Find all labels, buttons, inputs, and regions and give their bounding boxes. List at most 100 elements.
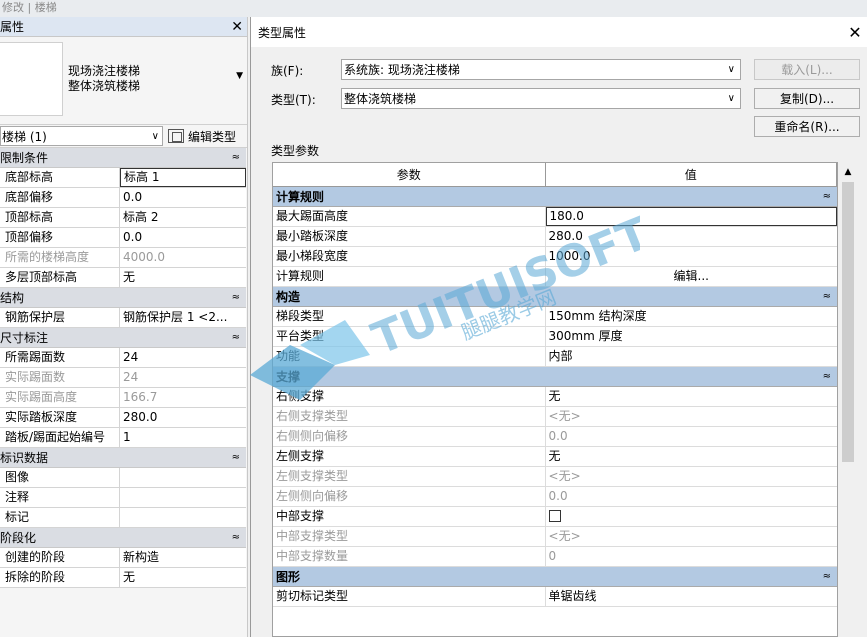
property-row[interactable]: 底部偏移 0.0 xyxy=(0,188,246,208)
parameter-value[interactable]: 无 xyxy=(546,387,837,406)
property-value[interactable]: 标高 2 xyxy=(120,208,246,227)
property-value[interactable]: 无 xyxy=(120,568,246,587)
column-header-parameter[interactable]: 参数 xyxy=(273,163,546,186)
property-row[interactable]: 创建的阶段 新构造 xyxy=(0,548,246,568)
collapse-icon[interactable]: ≈ xyxy=(232,452,240,463)
parameter-row[interactable]: 中部支撑类型 <无> xyxy=(273,527,837,547)
parameter-value[interactable]: 300mm 厚度 xyxy=(546,327,837,346)
rename-button[interactable]: 重命名(R)... xyxy=(754,116,860,137)
collapse-icon[interactable]: ≈ xyxy=(232,332,240,343)
property-value[interactable]: 无 xyxy=(120,268,246,287)
section-title: 阶段化 xyxy=(0,531,37,545)
property-value[interactable]: 钢筋保护层 1 <2... xyxy=(120,308,246,327)
property-row[interactable]: 所需踢面数 24 xyxy=(0,348,246,368)
scroll-up-icon[interactable]: ▲ xyxy=(840,164,856,180)
collapse-icon[interactable]: ≈ xyxy=(823,191,831,202)
property-value[interactable] xyxy=(120,468,246,487)
property-row[interactable]: 注释 xyxy=(0,488,246,508)
property-row[interactable]: 拆除的阶段无 xyxy=(0,568,246,588)
edit-rules-button[interactable]: 编辑... xyxy=(546,267,837,286)
property-value[interactable]: 280.0 xyxy=(120,408,246,427)
parameter-value[interactable]: 1000.0 xyxy=(546,247,837,266)
grid-scrollbar[interactable]: ▲ xyxy=(840,164,856,637)
parameter-value[interactable]: 内部 xyxy=(546,347,837,366)
parameter-row[interactable]: 最小梯段宽度 1000.0 xyxy=(273,247,837,267)
column-header-value[interactable]: 值 xyxy=(546,163,837,186)
family-combo[interactable]: 系统族: 现场浇注楼梯 ∨ xyxy=(341,59,741,80)
dialog-close-icon[interactable]: ✕ xyxy=(847,23,863,42)
parameter-row[interactable]: 最大踢面高度 180.0 xyxy=(273,207,837,227)
property-value[interactable]: 0.0 xyxy=(120,228,246,247)
parameter-row[interactable]: 最小踏板深度 280.0 xyxy=(273,227,837,247)
type-selector-dropdown-icon[interactable]: ▼ xyxy=(236,71,243,81)
type-selector[interactable]: 现场浇注楼梯 整体浇筑楼梯 ▼ xyxy=(0,37,247,124)
parameter-row[interactable]: 中部支撑数量 0 xyxy=(273,547,837,567)
instance-filter-select[interactable]: 楼梯 (1) ∨ xyxy=(0,126,163,146)
property-row[interactable]: 钢筋保护层 钢筋保护层 1 <2... xyxy=(0,308,246,328)
parameter-row[interactable]: 左侧侧向偏移 0.0 xyxy=(273,487,837,507)
collapse-icon[interactable]: ≈ xyxy=(823,371,831,382)
collapse-icon[interactable]: ≈ xyxy=(232,152,240,163)
property-row[interactable]: 所需的楼梯高度 4000.0 xyxy=(0,248,246,268)
parameter-row[interactable]: 计算规则 编辑... xyxy=(273,267,837,287)
property-value[interactable]: 0.0 xyxy=(120,188,246,207)
property-value[interactable]: 1 xyxy=(120,428,246,447)
parameter-row[interactable]: 左侧支撑无 xyxy=(273,447,837,467)
parameter-group[interactable]: 支撑 ≈ xyxy=(273,367,837,387)
property-name: 实际踢面高度 xyxy=(0,388,120,407)
parameter-value[interactable]: 150mm 结构深度 xyxy=(546,307,837,326)
properties-section[interactable]: 阶段化 ≈ xyxy=(0,528,246,548)
property-row[interactable]: 实际踢面高度 166.7 xyxy=(0,388,246,408)
parameter-group[interactable]: 计算规则 ≈ xyxy=(273,187,837,207)
parameter-value[interactable] xyxy=(546,507,837,526)
property-row[interactable]: 实际踢面数 24 xyxy=(0,368,246,388)
parameter-row[interactable]: 右侧侧向偏移 0.0 xyxy=(273,427,837,447)
properties-section[interactable]: 结构 ≈ xyxy=(0,288,246,308)
property-value[interactable] xyxy=(120,508,246,527)
type-names: 现场浇注楼梯 整体浇筑楼梯 xyxy=(68,64,140,94)
property-value[interactable]: 24 xyxy=(120,348,246,367)
collapse-icon[interactable]: ≈ xyxy=(232,532,240,543)
collapse-icon[interactable]: ≈ xyxy=(823,291,831,302)
property-row[interactable]: 多层顶部标高无 xyxy=(0,268,246,288)
type-combo[interactable]: 整体浇筑楼梯 ∨ xyxy=(341,88,741,109)
load-button[interactable]: 载入(L)... xyxy=(754,59,860,80)
parameter-name: 右侧支撑 xyxy=(273,387,546,406)
properties-close-icon[interactable]: ✕ xyxy=(231,19,243,35)
checkbox[interactable] xyxy=(548,510,561,522)
duplicate-button[interactable]: 复制(D)... xyxy=(754,88,860,109)
collapse-icon[interactable]: ≈ xyxy=(232,292,240,303)
property-row[interactable]: 图像 xyxy=(0,468,246,488)
parameter-row[interactable]: 右侧支撑类型 <无> xyxy=(273,407,837,427)
parameter-row[interactable]: 右侧支撑无 xyxy=(273,387,837,407)
property-value[interactable] xyxy=(120,488,246,507)
edit-type-button[interactable]: 编辑类型 xyxy=(168,128,236,145)
parameter-row[interactable]: 梯段类型 150mm 结构深度 xyxy=(273,307,837,327)
property-row[interactable]: 标记 xyxy=(0,508,246,528)
property-row[interactable]: 踏板/踢面起始编号 1 xyxy=(0,428,246,448)
parameter-row[interactable]: 剪切标记类型 单锯齿线 xyxy=(273,587,837,607)
property-value[interactable]: 标高 1 xyxy=(120,168,246,187)
ribbon-context-tab[interactable]: 修改 | 楼梯 xyxy=(0,0,867,17)
parameter-value[interactable]: 单锯齿线 xyxy=(546,587,837,606)
parameter-row[interactable]: 左侧支撑类型 <无> xyxy=(273,467,837,487)
property-value[interactable]: 新构造 xyxy=(120,548,246,567)
parameter-value[interactable]: 无 xyxy=(546,447,837,466)
parameter-row[interactable]: 功能 内部 xyxy=(273,347,837,367)
properties-section[interactable]: 尺寸标注 ≈ xyxy=(0,328,246,348)
properties-section[interactable]: 标识数据 ≈ xyxy=(0,448,246,468)
parameter-value[interactable]: 280.0 xyxy=(546,227,837,246)
property-row[interactable]: 顶部标高 标高 2 xyxy=(0,208,246,228)
parameter-row[interactable]: 中部支撑 xyxy=(273,507,837,527)
scrollbar-thumb[interactable] xyxy=(842,182,854,462)
property-row[interactable]: 底部标高 标高 1 xyxy=(0,168,246,188)
parameter-group[interactable]: 构造 ≈ xyxy=(273,287,837,307)
properties-section[interactable]: 限制条件 ≈ xyxy=(0,148,246,168)
parameter-row[interactable]: 平台类型 300mm 厚度 xyxy=(273,327,837,347)
type-label: 类型(T): xyxy=(271,93,316,107)
property-row[interactable]: 实际踏板深度 280.0 xyxy=(0,408,246,428)
parameter-group[interactable]: 图形 ≈ xyxy=(273,567,837,587)
parameter-value[interactable]: 180.0 xyxy=(545,207,837,226)
collapse-icon[interactable]: ≈ xyxy=(823,571,831,582)
property-row[interactable]: 顶部偏移 0.0 xyxy=(0,228,246,248)
